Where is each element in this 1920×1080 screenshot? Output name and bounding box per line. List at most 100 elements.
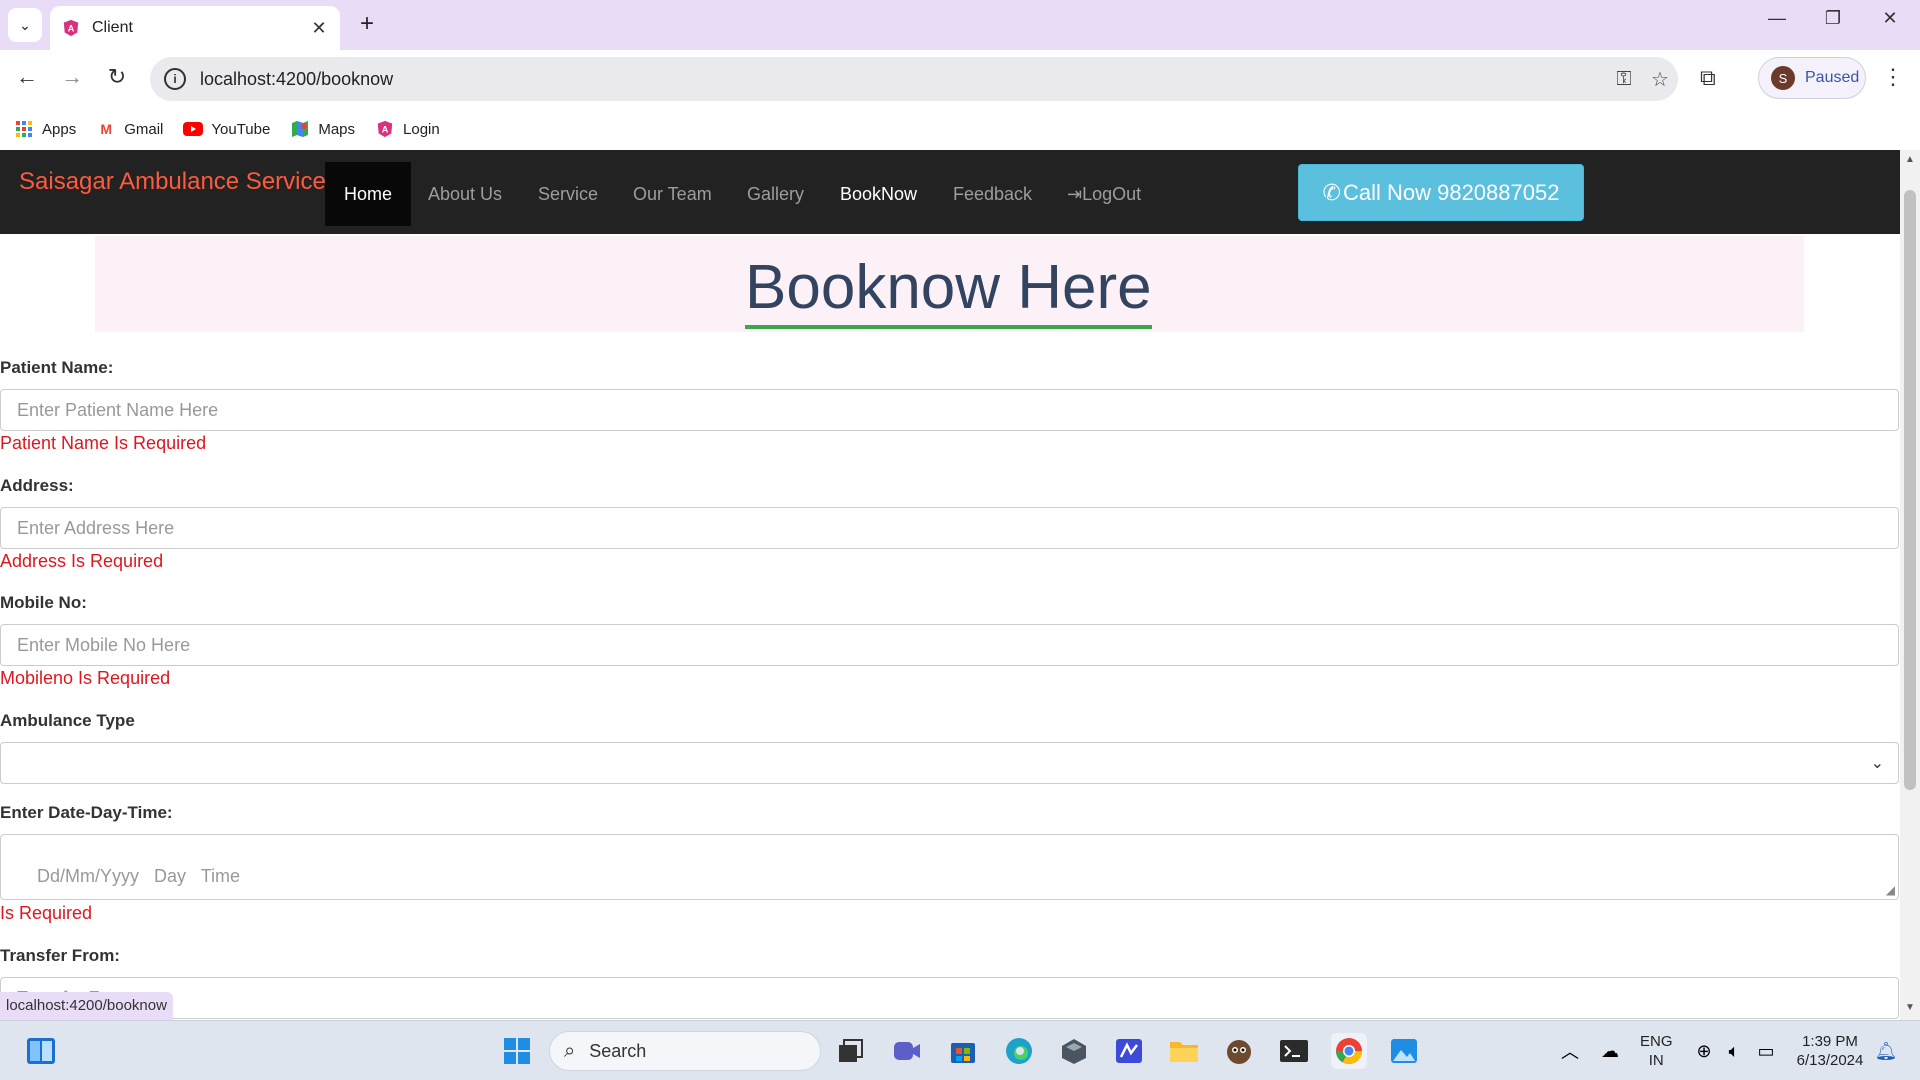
resize-handle-icon[interactable]: ◢ xyxy=(1886,883,1895,897)
password-key-icon[interactable]: ⚿ xyxy=(1606,68,1642,91)
tab-close-icon[interactable]: ✕ xyxy=(306,18,332,39)
tab-title: Client xyxy=(92,19,133,36)
patient-name-error: Patient Name Is Required xyxy=(0,433,207,453)
logout-icon: ⇥ xyxy=(1067,183,1083,204)
window-close-icon[interactable]: ✕ xyxy=(1870,8,1910,29)
nav-our-team[interactable]: Our Team xyxy=(614,162,731,226)
nav-logout[interactable]: ⇥ LogOut xyxy=(1048,162,1160,226)
app-cube-icon[interactable] xyxy=(1056,1033,1092,1069)
task-view-icon[interactable] xyxy=(833,1033,869,1069)
nav-booknow[interactable]: BookNow xyxy=(821,162,936,226)
vs-code-style-icon[interactable] xyxy=(1111,1033,1147,1069)
mobile-input[interactable]: Enter Mobile No Here xyxy=(0,624,1899,666)
notification-bell-icon[interactable]: 🔔︎ xyxy=(1868,1033,1904,1069)
scroll-down-icon[interactable]: ▼ xyxy=(1900,1002,1920,1013)
bookmark-login[interactable]: A Login xyxy=(375,120,440,138)
terminal-icon[interactable] xyxy=(1276,1033,1312,1069)
bookmark-gmail[interactable]: M Gmail xyxy=(96,120,163,138)
chrome-icon[interactable] xyxy=(1331,1033,1367,1069)
maps-icon xyxy=(290,120,310,138)
bookmark-youtube[interactable]: YouTube xyxy=(183,120,270,138)
nav-about-us[interactable]: About Us xyxy=(409,162,521,226)
scroll-thumb[interactable] xyxy=(1904,190,1916,790)
windows-taskbar: ⌕ Search ︿ ☁ ENG IN ⊕ 🔈︎ ▭ 1:39 PM 6/13/… xyxy=(0,1020,1920,1080)
scroll-up-icon[interactable]: ▲ xyxy=(1900,154,1920,165)
address-label: Address: xyxy=(0,476,74,495)
bookmarks-bar: Apps M Gmail YouTube Maps A Login xyxy=(0,108,1920,150)
patient-name-label: Patient Name: xyxy=(0,358,114,377)
profile-status: Paused xyxy=(1805,69,1860,86)
browser-menu-icon[interactable]: ⋮ xyxy=(1882,64,1904,90)
profile-button[interactable]: S Paused xyxy=(1758,57,1866,99)
browser-toolbar: ← → ↻ i localhost:4200/booknow ⚿ ☆ ⧉ S P… xyxy=(0,50,1920,108)
youtube-icon xyxy=(183,120,204,138)
language-indicator[interactable]: ENG IN xyxy=(1640,1032,1673,1070)
link-status-bubble: localhost:4200/booknow xyxy=(0,992,173,1020)
call-now-button[interactable]: ✆ Call Now 9820887052 xyxy=(1298,164,1584,221)
photos-icon[interactable] xyxy=(1386,1033,1422,1069)
new-tab-plus-icon[interactable]: + xyxy=(352,10,382,38)
bookmark-label: Gmail xyxy=(124,120,164,138)
tab-search-chevron-icon[interactable]: ⌄ xyxy=(8,8,42,42)
mobile-error: Mobileno Is Required xyxy=(0,668,171,688)
page-title: Booknow Here xyxy=(745,252,1152,329)
date-day-time-error: Is Required xyxy=(0,903,93,923)
date-day-time-placeholder: Dd/Mm/Yyyy Day Time xyxy=(37,866,241,886)
nav-home[interactable]: Home xyxy=(325,162,412,226)
microsoft-store-icon[interactable] xyxy=(945,1033,981,1069)
clock[interactable]: 1:39 PM 6/13/2024 xyxy=(1790,1032,1870,1070)
mobile-label: Mobile No: xyxy=(0,593,87,612)
show-hidden-icons-chevron-icon[interactable]: ︿ xyxy=(1552,1033,1588,1069)
date-day-time-label: Enter Date-Day-Time: xyxy=(0,803,173,822)
reload-icon[interactable]: ↻ xyxy=(102,64,132,90)
svg-text:A: A xyxy=(382,125,389,135)
date-day-time-textarea[interactable]: Dd/Mm/Yyyy Day Time ◢ xyxy=(0,834,1899,900)
restore-icon[interactable]: ❐ xyxy=(1813,8,1853,29)
gmail-icon: M xyxy=(100,121,113,137)
nav-service[interactable]: Service xyxy=(519,162,617,226)
transfer-from-input[interactable]: Transfer From xyxy=(0,977,1899,1019)
bookmark-apps[interactable]: Apps xyxy=(14,120,76,138)
back-arrow-icon[interactable]: ← xyxy=(12,64,42,90)
patient-name-input[interactable]: Enter Patient Name Here xyxy=(0,389,1899,431)
site-brand[interactable]: Saisagar Ambulance Service xyxy=(19,168,326,196)
angular-favicon-icon: A xyxy=(63,19,79,37)
cloud-offline-icon[interactable]: ☁ xyxy=(1592,1033,1628,1069)
extensions-puzzle-icon[interactable]: ⧉ xyxy=(1700,65,1716,91)
site-info-icon[interactable]: i xyxy=(164,68,186,90)
site-navbar: Saisagar Ambulance Service Home About Us… xyxy=(0,150,1900,234)
battery-icon[interactable]: ▭ xyxy=(1748,1033,1784,1069)
address-url[interactable]: localhost:4200/booknow xyxy=(200,69,1606,90)
taskbar-search-box[interactable]: ⌕ Search xyxy=(549,1031,821,1071)
browser-tab-client[interactable]: A Client ✕ xyxy=(50,6,340,50)
ambulance-type-label: Ambulance Type xyxy=(0,711,135,730)
taskbar-search-label: Search xyxy=(589,1040,647,1061)
bookmark-maps[interactable]: Maps xyxy=(290,120,355,138)
bookmark-label: Maps xyxy=(318,120,356,138)
bookmark-label: Login xyxy=(403,120,440,138)
ambulance-type-select[interactable]: ⌄ xyxy=(0,742,1899,784)
clock-time: 1:39 PM xyxy=(1802,1033,1858,1050)
page-header-banner: Booknow Here xyxy=(95,236,1804,332)
nav-gallery[interactable]: Gallery xyxy=(728,162,823,226)
chevron-down-icon: ⌄ xyxy=(1870,755,1884,772)
edge-browser-icon[interactable] xyxy=(1001,1033,1037,1069)
app-creature-icon[interactable] xyxy=(1221,1033,1257,1069)
apps-grid-icon xyxy=(14,120,34,138)
clock-date: 6/13/2024 xyxy=(1796,1052,1864,1069)
windows-start-icon[interactable] xyxy=(499,1033,535,1069)
language-code: ENG xyxy=(1640,1033,1673,1050)
forward-arrow-icon[interactable]: → xyxy=(57,64,87,90)
svg-text:A: A xyxy=(68,24,75,34)
volume-icon[interactable]: 🔈︎ xyxy=(1716,1033,1752,1069)
file-explorer-icon[interactable] xyxy=(1166,1033,1202,1069)
browser-tab-strip: ⌄ A Client ✕ + — ❐ ✕ xyxy=(0,0,1920,50)
minimize-icon[interactable]: — xyxy=(1757,8,1797,29)
teams-meet-icon[interactable] xyxy=(889,1033,925,1069)
widgets-icon[interactable] xyxy=(23,1033,59,1069)
nav-feedback[interactable]: Feedback xyxy=(934,162,1051,226)
address-input[interactable]: Enter Address Here xyxy=(0,507,1899,549)
bookmark-star-icon[interactable]: ☆ xyxy=(1642,67,1678,92)
address-bar[interactable]: i localhost:4200/booknow ⚿ ☆ xyxy=(150,57,1678,101)
page-scrollbar[interactable]: ▲ ▼ xyxy=(1900,150,1920,1020)
